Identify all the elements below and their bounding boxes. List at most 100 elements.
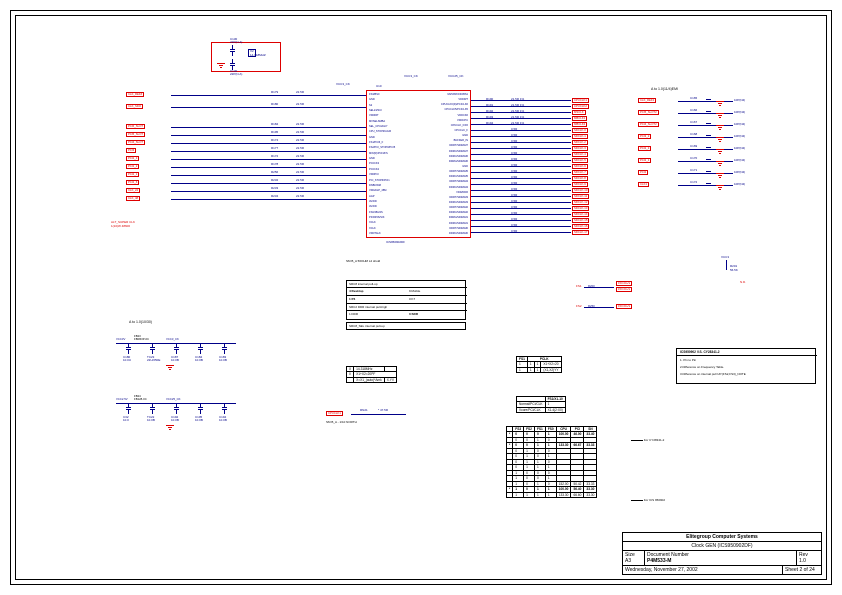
pa-vcc: VCC3V [116,337,125,341]
crystal-block: C130 22P(N.A) X2 14.318MHZ C130 22P(N.A) [211,42,281,72]
wire [171,127,366,128]
hr [347,303,467,304]
sheet-border: C130 22P(N.A) X2 14.318MHZ C130 22P(N.A)… [10,10,832,585]
note-smba: SM B_A 56OHM L2 shold [346,259,380,263]
wire [171,151,366,152]
wire [171,183,366,184]
ic-pin: DDRC/SDRAM2 [428,211,468,214]
res-ref: R233 [271,186,278,190]
wire [171,107,366,108]
gnd-icon [716,149,724,155]
wire [471,130,571,131]
ic-pin: CPUCLK_F/F6 [428,124,468,127]
net-label: CLK_24 [126,188,140,193]
net-label: SDCLK-15 [572,218,589,223]
pb-vcc: VCC2.5V [116,397,128,401]
fs1-label: FS1 [576,284,582,288]
net-label: PCI5_SLOT2 [638,110,659,115]
net-label: PCI2_1 [638,158,651,163]
cap-val: 10P(N4) [734,98,745,102]
pullup-r4a: 1:DDR [349,312,358,316]
net-clksdo: CLK_SDO [126,104,143,109]
net-label: MSCLK [572,110,586,115]
pullup-r2b: 0:K7 [409,297,415,301]
ic-pin: GND [428,165,468,168]
cap-val: 10P(N4) [734,110,745,114]
wire [171,167,366,168]
wire [351,414,406,415]
wire [171,135,366,136]
res-val: 22.5R [296,130,304,134]
ic-pin: BUFFER_IN [428,139,468,142]
sheet-inner-border: C130 22P(N.A) X2 14.318MHZ C130 22P(N.A)… [15,15,827,580]
net-label: PCI4_SLOT2 [638,122,659,127]
ic-ref: U10 [376,84,382,88]
xtal-dnp: N.D. [740,280,746,284]
ic-pin: DDRG/SDRAM1 [428,216,468,219]
note-110w: 1(10)W 48600 [111,224,130,228]
ic-pin: DDRT/SDRAM2 [428,206,468,209]
gnd-icon [716,137,724,143]
ic-pin: DDRT/SDRAM3 [428,196,468,199]
wire [471,160,571,161]
wire [171,191,366,192]
ic-pin: AV/DD [369,205,409,208]
cap-bot-val: 22P(N.A) [230,72,242,76]
pa-fbv: FBR63P-0C [134,337,149,341]
xtal-icon [248,49,256,57]
pullup-r2a: 1:P4 [349,297,355,301]
ic-pin: PCI/CK2 [369,168,409,171]
fs-table-2: FS1/X1-10 Normal/PCI/CLK1 Vcore/PCI/CLKX… [516,396,566,413]
ic-pin: DDRC/SDRAM6 [428,155,468,158]
ic-pin: DDRC/SDRAM4 [428,186,468,189]
gnd-icon [716,101,724,107]
ic-pin: VDD/DDR [428,191,468,194]
hr [347,310,467,311]
net-label: PCI4_SLOT [126,140,145,145]
wire [471,190,571,191]
res-ref: R256 [271,170,278,174]
cap-ref: C167 [690,120,697,124]
res-ref: R195 [271,130,278,134]
gnd-icon [716,113,724,119]
res-ref: R184 [271,122,278,126]
net-label: PCI2_1 [126,172,139,177]
wire [171,143,366,144]
net-label: PCI2_6 [126,180,139,185]
ic-pin: S2 [369,104,409,107]
wire [171,175,366,176]
ic-pin: FS3/BS0 [369,93,409,96]
tb-size: A3 [625,558,631,564]
notebox-l1: 1. Pin to Pin [680,358,696,362]
cap-val: 10P(N4) [734,122,745,126]
res-val: 22.5R [296,170,304,174]
net-label: SDCLK-17 [572,230,589,235]
tb-company: Elitegroup Computer Systems [623,533,821,541]
cpu-snip-net: CPUCLK1 [326,411,343,416]
vcc-left: VCC3_CK [336,82,350,86]
title-block: Elitegroup Computer Systems Clock GEN (I… [622,532,822,575]
net-label: SDCLK-16 [572,224,589,229]
cpu-snip-v: * 47.5R [378,408,388,412]
wire [471,166,571,167]
ic-pin: XCLK [369,227,409,230]
net-label: CPUCLK2 [572,104,589,109]
ic-pin: SEL_CPU/AGI7 [369,125,409,128]
net-label: SDCLK-1 [572,134,588,139]
res-ref: R177 [271,146,278,150]
notebox: ICS950902 V.S. CY28341-2 1. Pin to Pin 2… [676,348,816,384]
freq-table-wrap: FS3FS2FS1FS0CPUPCISN*0001100.0046.0033.4… [506,426,597,498]
cap-ref: C171 [690,168,697,172]
ic-pin: DDRC/SDRAM5 [428,175,468,178]
tb-of: 24 [809,567,815,573]
res-ref: R174 [271,138,278,142]
ic-pin: PCI_STOP#/PCI1 [369,179,409,182]
net-label: PCI2_3 [126,156,139,161]
hr [347,295,467,296]
wire [471,220,571,221]
net-label: SDCLK-10 [572,188,589,193]
wire [471,208,571,209]
wire [471,154,571,155]
wire [171,199,366,200]
res-val: 22.5R [296,154,304,158]
